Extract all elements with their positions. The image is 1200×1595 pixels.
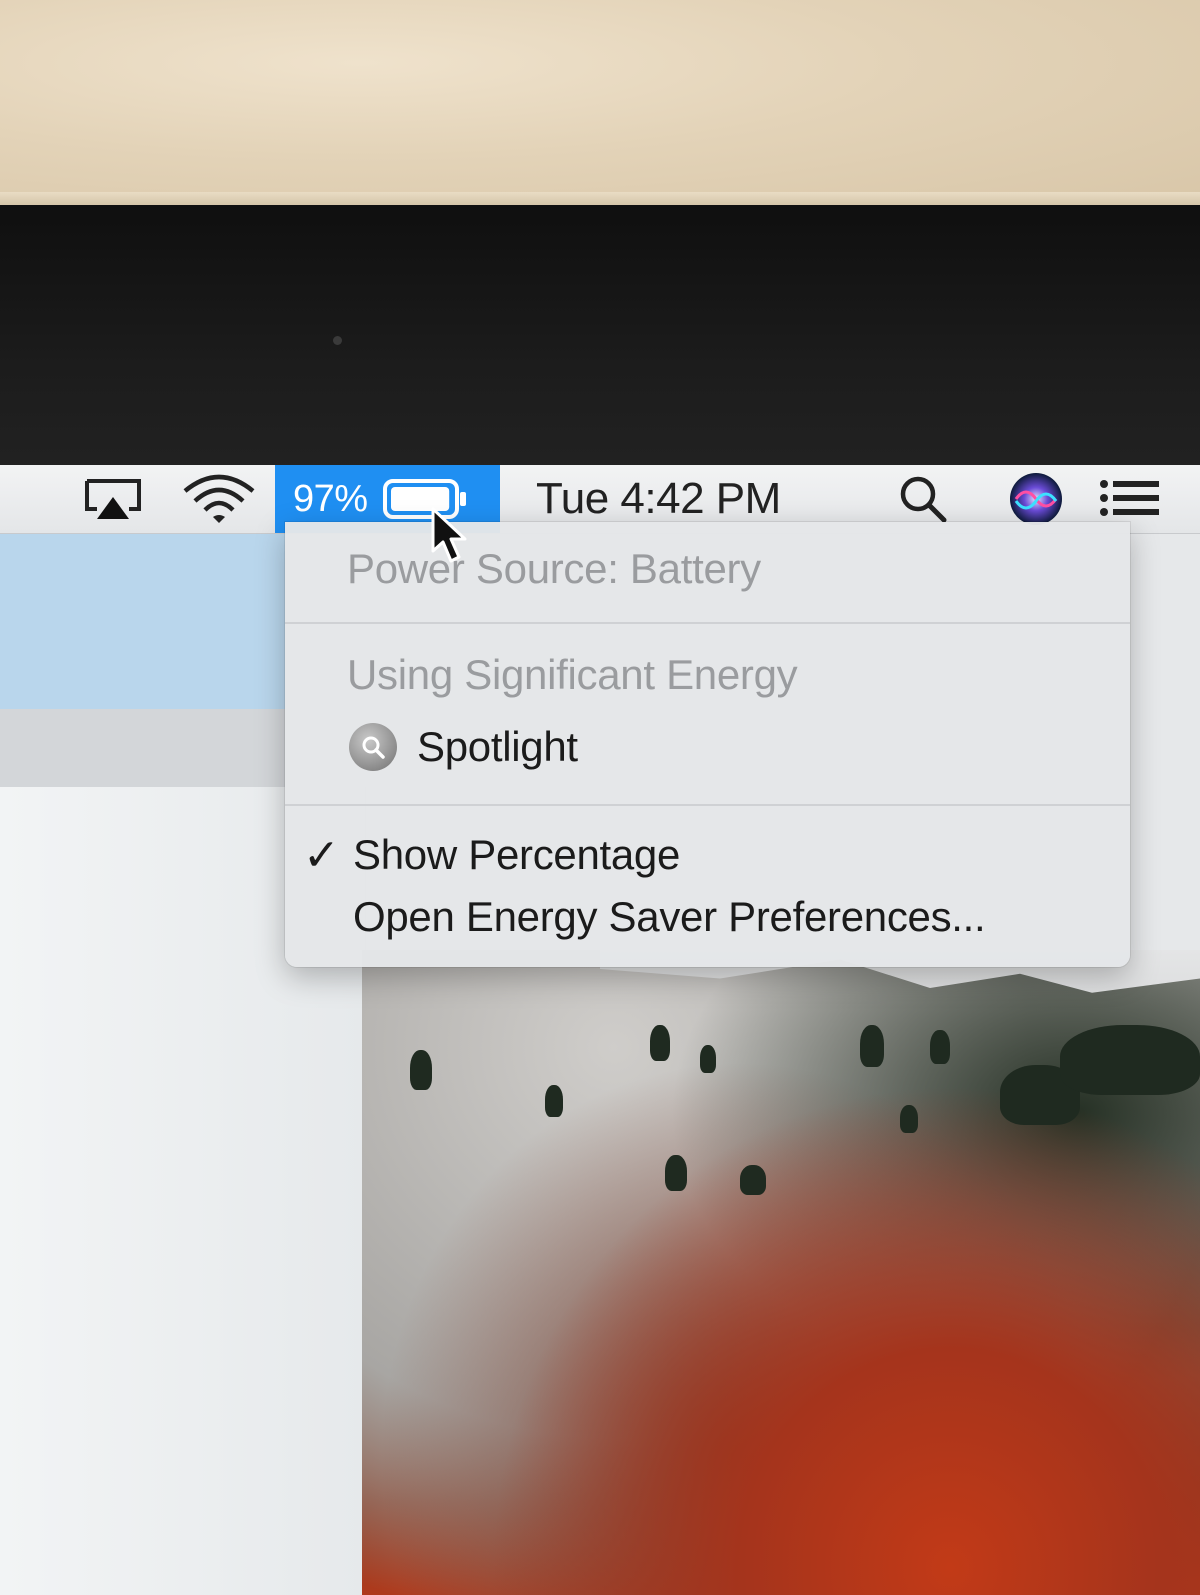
wifi-icon[interactable] <box>180 473 258 525</box>
battery-dropdown-menu: Power Source: Battery Using Significant … <box>285 522 1130 967</box>
laptop-bezel <box>0 205 1200 475</box>
wallpaper-tree <box>545 1085 563 1117</box>
menu-separator <box>285 622 1130 624</box>
checkmark-icon: ✓ <box>303 830 340 880</box>
screen: 97% Tue 4:42 PM Power Source: Battery Us… <box>0 465 1200 1595</box>
energy-app-spotlight[interactable]: Spotlight <box>285 714 1130 780</box>
airplay-icon[interactable] <box>78 475 148 525</box>
battery-percentage: 97% <box>293 477 368 520</box>
wallpaper-tree <box>700 1045 716 1073</box>
menu-separator <box>285 804 1130 806</box>
camera-dot <box>333 336 342 345</box>
search-icon[interactable] <box>895 473 951 525</box>
energy-header-row: Using Significant Energy <box>285 642 1130 708</box>
wallpaper-tree <box>410 1050 432 1090</box>
background-wall <box>0 0 1200 210</box>
wallpaper-tree <box>740 1165 766 1195</box>
energy-header: Using Significant Energy <box>347 651 798 698</box>
wallpaper-tree <box>930 1030 950 1064</box>
wallpaper-tree <box>665 1155 687 1191</box>
notification-center-icon[interactable] <box>1098 475 1162 521</box>
mouse-pointer-icon <box>430 507 470 565</box>
siri-icon[interactable] <box>1008 471 1064 527</box>
energy-app-name: Spotlight <box>417 723 578 770</box>
open-energy-saver-item[interactable]: Open Energy Saver Preferences... <box>285 884 1130 950</box>
app-window-toolbar <box>0 709 285 788</box>
wallpaper-tree <box>1060 1025 1200 1095</box>
show-percentage-item[interactable]: ✓ Show Percentage <box>285 822 1130 888</box>
power-source-row: Power Source: Battery <box>285 534 1130 604</box>
power-source-label: Power Source: Battery <box>347 545 761 592</box>
open-energy-saver-label: Open Energy Saver Preferences... <box>353 893 986 940</box>
show-percentage-label: Show Percentage <box>353 831 681 878</box>
wallpaper-tree <box>650 1025 670 1061</box>
spotlight-icon <box>349 723 397 771</box>
wallpaper-tree <box>860 1025 884 1067</box>
wallpaper-tree <box>900 1105 918 1133</box>
app-window-selection <box>0 534 285 709</box>
